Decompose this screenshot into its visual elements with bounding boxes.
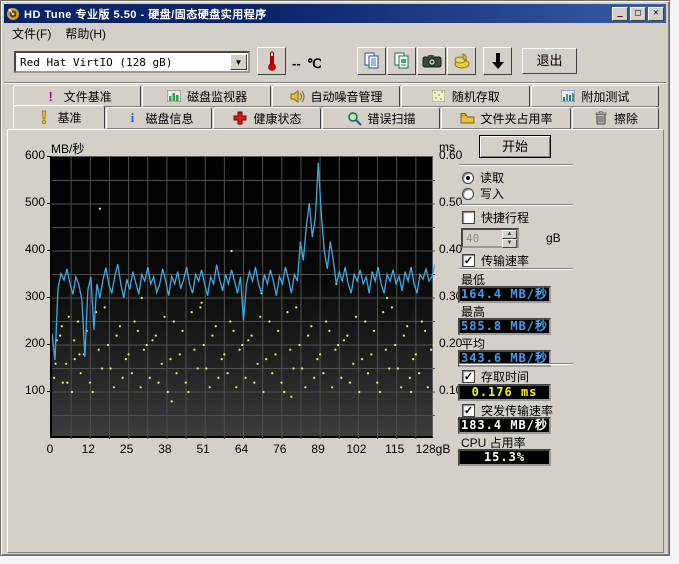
hand-coins-icon [453,52,471,70]
bar-chart-icon [166,89,182,104]
app-window: HD Tune 专业版 5.50 - 硬盘/固态硬盘实用程序 _ □ ✕ 文件(… [0,0,670,556]
tab-row-primary: 基准 i 磁盘信息 健康状态 错误扫描 文件夹占用率 擦除 [13,107,660,129]
y-left-tick: 400 [15,242,45,256]
access-time-row[interactable]: ✓ 存取时间 [462,368,529,385]
tab-row-secondary: ! 文件基准 磁盘监视器 自动噪音管理 随机存取 附加测试 [13,85,660,107]
temperature-value: -- [292,56,301,71]
tab-error-scan[interactable]: 错误扫描 [322,107,440,129]
drive-select-value: Red Hat VirtIO (128 gB) [16,56,230,69]
y-left-tick: 300 [15,289,45,303]
tab-benchmark[interactable]: 基准 [13,105,105,129]
spinner-up-button[interactable]: ▲ [502,230,517,239]
burst-rate-display: 183.4 MB/秒 [458,417,551,434]
minimize-button[interactable]: _ [612,7,628,21]
read-label: 读取 [480,169,504,186]
y-left-tick: 100 [15,383,45,397]
y-right-tick: 0.60 [439,148,473,162]
transfer-rate-label: 传输速率 [481,252,529,269]
exclamation-yellow-icon [36,110,52,125]
transfer-rate-checkbox[interactable]: ✓ [462,254,475,267]
menu-help[interactable]: 帮助(H) [59,23,112,44]
camera-icon [422,54,442,68]
short-stroke-label: 快捷行程 [481,209,529,226]
scatter-dots-icon [431,89,447,104]
speaker-icon [290,89,306,104]
temperature-button[interactable] [257,47,286,75]
close-button[interactable]: ✕ [648,7,664,21]
copy-text-button[interactable] [357,47,386,75]
menu-file[interactable]: 文件(F) [6,23,57,44]
info-icon: i [124,111,140,126]
exclamation-magenta-icon: ! [43,89,59,104]
read-radio-row[interactable]: 读取 [462,169,504,186]
access-time-display: 0.176 ms [458,384,551,401]
y-left-tick: 600 [15,148,45,162]
min-value-display: 164.4 MB/秒 [458,286,551,303]
spinner-down-button[interactable]: ▼ [502,239,517,248]
temperature-unit: ℃ [307,56,322,72]
title-bar[interactable]: HD Tune 专业版 5.50 - 硬盘/固态硬盘实用程序 _ □ ✕ [4,4,666,23]
y-left-tick: 500 [15,195,45,209]
maximize-button[interactable]: □ [630,7,646,21]
thermometer-icon [266,51,278,71]
health-cross-icon [232,111,248,126]
trash-icon [593,111,609,126]
tab-erase[interactable]: 擦除 [572,107,659,129]
y-left-axis-label: MB/秒 [51,140,84,157]
app-icon [6,7,20,21]
capacity-unit: gB [546,231,561,245]
separator [459,268,573,270]
tab-aam[interactable]: 自动噪音管理 [272,85,400,107]
save-results-button[interactable] [483,47,512,75]
transfer-rate-row[interactable]: ✓ 传输速率 [462,252,529,269]
page: HD Tune 专业版 5.50 - 硬盘/固态硬盘实用程序 _ □ ✕ 文件(… [0,0,679,564]
chevron-down-icon[interactable]: ▼ [230,54,247,70]
down-arrow-icon [491,52,505,70]
separator [459,204,573,206]
exit-button[interactable]: 退出 [522,48,577,74]
start-button[interactable]: 开始 [479,135,551,158]
capacity-spinner[interactable]: 40 ▲ ▼ [461,228,519,248]
burst-rate-checkbox[interactable]: ✓ [462,404,475,417]
copy-text-icon [363,52,381,70]
tab-random-access[interactable]: 随机存取 [401,85,529,107]
folder-icon [459,111,475,126]
copy-image-button[interactable] [387,47,416,75]
tab-disk-monitor[interactable]: 磁盘监视器 [142,85,270,107]
window-title: HD Tune 专业版 5.50 - 硬盘/固态硬盘实用程序 [24,6,267,22]
tab-file-benchmark[interactable]: ! 文件基准 [13,85,141,107]
write-label: 写入 [480,185,504,202]
separator [459,164,573,166]
toolbar-separator [4,82,666,84]
copy-image-icon [393,52,411,70]
access-time-checkbox[interactable]: ✓ [462,370,475,383]
test-chart-icon [560,89,576,104]
tab-folder-usage[interactable]: 文件夹占用率 [441,107,571,129]
short-stroke-checkbox[interactable] [462,211,475,224]
drive-select[interactable]: Red Hat VirtIO (128 gB) ▼ [14,51,250,73]
x-tick: 128gB [411,442,455,456]
read-radio[interactable] [462,172,474,184]
donate-button[interactable] [447,47,476,75]
toolbar: Red Hat VirtIO (128 gB) ▼ -- ℃ [4,43,666,82]
menu-bar: 文件(F) 帮助(H) [4,24,666,43]
write-radio[interactable] [462,188,474,200]
magnifier-icon [346,111,362,126]
write-radio-row[interactable]: 写入 [462,185,504,202]
capacity-value: 40 [463,230,502,246]
benchmark-chart [50,156,433,438]
screenshot-button[interactable] [417,47,446,75]
max-value-display: 585.8 MB/秒 [458,318,551,335]
separator [459,363,573,365]
tab-health[interactable]: 健康状态 [213,107,321,129]
tab-extra-tests[interactable]: 附加测试 [531,85,659,107]
access-time-label: 存取时间 [481,368,529,385]
cpu-usage-display: 15.3% [458,449,551,466]
short-stroke-row[interactable]: 快捷行程 [462,209,529,226]
y-left-tick: 200 [15,336,45,350]
tab-disk-info[interactable]: i 磁盘信息 [106,107,212,129]
